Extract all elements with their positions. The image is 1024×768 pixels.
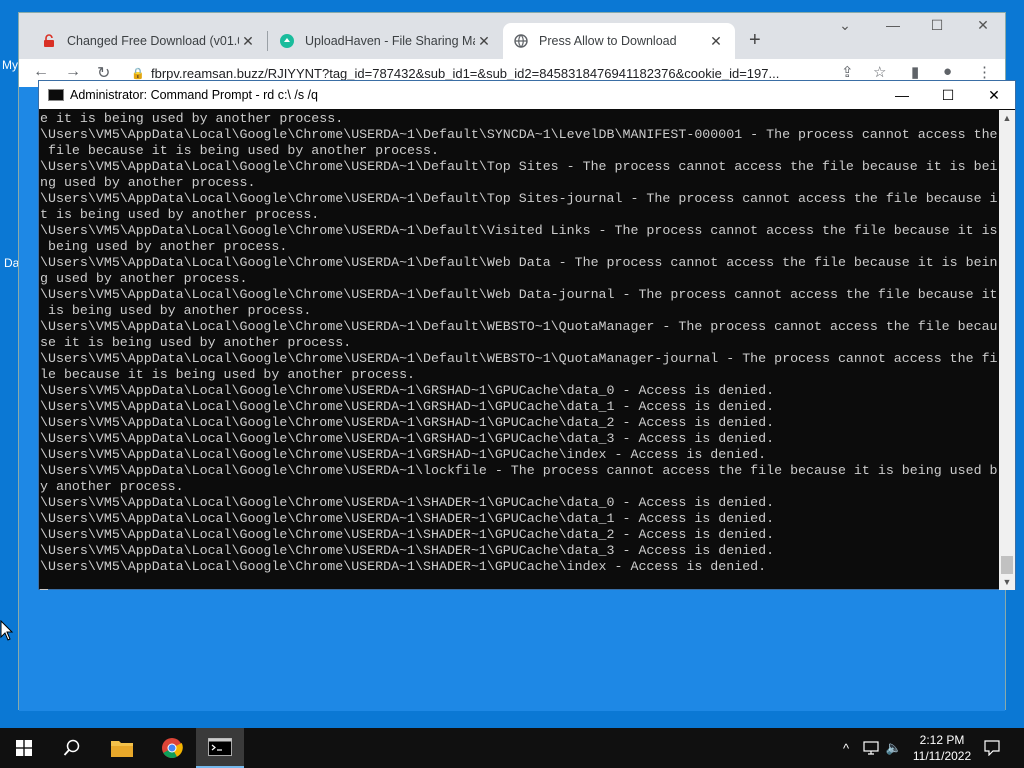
- console-cursor: [40, 575, 1000, 590]
- console-line: \Users\VM5\AppData\Local\Google\Chrome\U…: [40, 287, 998, 302]
- cmd-taskbar-button[interactable]: [196, 728, 244, 768]
- cmd-title-bar[interactable]: Administrator: Command Prompt - rd c:\ /…: [39, 81, 1015, 109]
- start-button[interactable]: [0, 728, 48, 768]
- new-tab-button[interactable]: +: [749, 29, 761, 52]
- tab-separator: [267, 31, 268, 51]
- tab-title: UploadHaven - File Sharing Mad: [305, 34, 475, 48]
- scroll-down-icon[interactable]: ▼: [999, 574, 1015, 590]
- share-icon[interactable]: ⇪: [841, 63, 854, 81]
- windows-icon: [16, 740, 32, 756]
- console-line: \Users\VM5\AppData\Local\Google\Chrome\U…: [40, 463, 998, 478]
- close-icon[interactable]: ✕: [707, 33, 725, 50]
- console-line: \Users\VM5\AppData\Local\Google\Chrome\U…: [40, 415, 775, 430]
- cmd-icon: [48, 89, 64, 101]
- chrome-icon: [162, 738, 183, 758]
- system-clock[interactable]: 2:12 PM 11/11/2022: [898, 732, 986, 764]
- scroll-thumb[interactable]: [1001, 556, 1013, 574]
- console-line: e it is being used by another process.: [40, 111, 344, 126]
- network-icon[interactable]: [860, 728, 882, 768]
- taskbar: ^ 🔈 2:12 PM 11/11/2022: [0, 728, 1024, 768]
- tab-title: Press Allow to Download: [539, 34, 677, 48]
- clock-time: 2:12 PM: [919, 733, 965, 747]
- console-line: \Users\VM5\AppData\Local\Google\Chrome\U…: [40, 431, 775, 446]
- menu-icon[interactable]: ⋮: [977, 63, 992, 81]
- chrome-taskbar-button[interactable]: [148, 728, 196, 768]
- console-line: file because it is being used by another…: [40, 143, 439, 158]
- tab-changed-free-download[interactable]: Changed Free Download (v01.02 ✕: [31, 23, 267, 59]
- search-button[interactable]: [48, 728, 96, 768]
- console-line: \Users\VM5\AppData\Local\Google\Chrome\U…: [40, 495, 775, 510]
- console-line: \Users\VM5\AppData\Local\Google\Chrome\U…: [40, 383, 775, 398]
- console-line: being used by another process.: [40, 239, 288, 254]
- close-icon[interactable]: ✕: [239, 33, 257, 50]
- tab-strip: Changed Free Download (v01.02 ✕ UploadHa…: [19, 13, 1005, 59]
- close-icon[interactable]: ✕: [475, 33, 493, 50]
- sidepanel-icon[interactable]: ▮: [911, 63, 919, 81]
- console-line: le because it is being used by another p…: [40, 367, 416, 382]
- console-line: \Users\VM5\AppData\Local\Google\Chrome\U…: [40, 559, 767, 574]
- console-line: \Users\VM5\AppData\Local\Google\Chrome\U…: [40, 511, 775, 526]
- minimize-button[interactable]: —: [879, 81, 925, 109]
- console-line: \Users\VM5\AppData\Local\Google\Chrome\U…: [40, 351, 998, 366]
- console-line: ng used by another process.: [40, 175, 256, 190]
- console-line: \Users\VM5\AppData\Local\Google\Chrome\U…: [40, 527, 775, 542]
- console-line: se it is being used by another process.: [40, 335, 352, 350]
- console-line: \Users\VM5\AppData\Local\Google\Chrome\U…: [40, 159, 998, 174]
- tab-title: Changed Free Download (v01.02: [67, 34, 239, 48]
- lock-icon[interactable]: 🔒: [131, 67, 145, 80]
- scrollbar[interactable]: ▲ ▼: [999, 110, 1015, 590]
- forward-icon[interactable]: →: [65, 63, 81, 81]
- console-line: \Users\VM5\AppData\Local\Google\Chrome\U…: [40, 191, 998, 206]
- minimize-icon[interactable]: —: [871, 17, 915, 33]
- profile-icon[interactable]: ●: [943, 63, 952, 80]
- maximize-icon[interactable]: ☐: [915, 17, 959, 34]
- close-icon[interactable]: ✕: [961, 17, 1005, 34]
- console-line: y another process.: [40, 479, 184, 494]
- file-explorer-button[interactable]: [98, 728, 146, 768]
- console-line: t is being used by another process.: [40, 207, 320, 222]
- terminal-icon: [208, 738, 232, 756]
- console-line: \Users\VM5\AppData\Local\Google\Chrome\U…: [40, 543, 775, 558]
- console-line: \Users\VM5\AppData\Local\Google\Chrome\U…: [40, 399, 775, 414]
- close-button[interactable]: ✕: [971, 81, 1017, 109]
- uploadhaven-icon: [279, 33, 295, 49]
- console-line: \Users\VM5\AppData\Local\Google\Chrome\U…: [40, 223, 998, 238]
- tab-search-icon[interactable]: ⌄: [823, 17, 867, 34]
- console-line: \Users\VM5\AppData\Local\Google\Chrome\U…: [40, 319, 998, 334]
- console-line: is being used by another process.: [40, 303, 312, 318]
- console-line: \Users\VM5\AppData\Local\Google\Chrome\U…: [40, 255, 998, 270]
- tab-press-allow[interactable]: Press Allow to Download ✕: [503, 23, 735, 59]
- command-prompt-window: Administrator: Command Prompt - rd c:\ /…: [38, 80, 1016, 590]
- scroll-up-icon[interactable]: ▲: [999, 110, 1015, 126]
- console-line: \Users\VM5\AppData\Local\Google\Chrome\U…: [40, 447, 767, 462]
- mouse-pointer-icon: [0, 620, 14, 641]
- url-text: fbrpv.reamsan.buzz/RJIYYNT?tag_id=787432…: [151, 65, 780, 81]
- cmd-title: Administrator: Command Prompt - rd c:\ /…: [70, 88, 318, 102]
- globe-icon: [513, 33, 529, 49]
- back-icon[interactable]: ←: [33, 63, 49, 81]
- chevron-up-icon[interactable]: ^: [836, 728, 856, 768]
- notification-icon[interactable]: [978, 728, 1006, 768]
- console-output[interactable]: e it is being used by another process. \U…: [40, 110, 1000, 590]
- clock-date: 11/11/2022: [912, 749, 972, 763]
- maximize-button[interactable]: ☐: [925, 81, 971, 109]
- desktop-icon-label[interactable]: My: [2, 58, 18, 72]
- unlock-icon: [41, 33, 57, 49]
- console-line: \Users\VM5\AppData\Local\Google\Chrome\U…: [40, 127, 998, 142]
- search-icon: [63, 739, 80, 756]
- console-line: g used by another process.: [40, 271, 248, 286]
- bookmark-star-icon[interactable]: ☆: [873, 63, 886, 81]
- folder-icon: [111, 741, 133, 757]
- tab-uploadhaven[interactable]: UploadHaven - File Sharing Mad ✕: [269, 23, 503, 59]
